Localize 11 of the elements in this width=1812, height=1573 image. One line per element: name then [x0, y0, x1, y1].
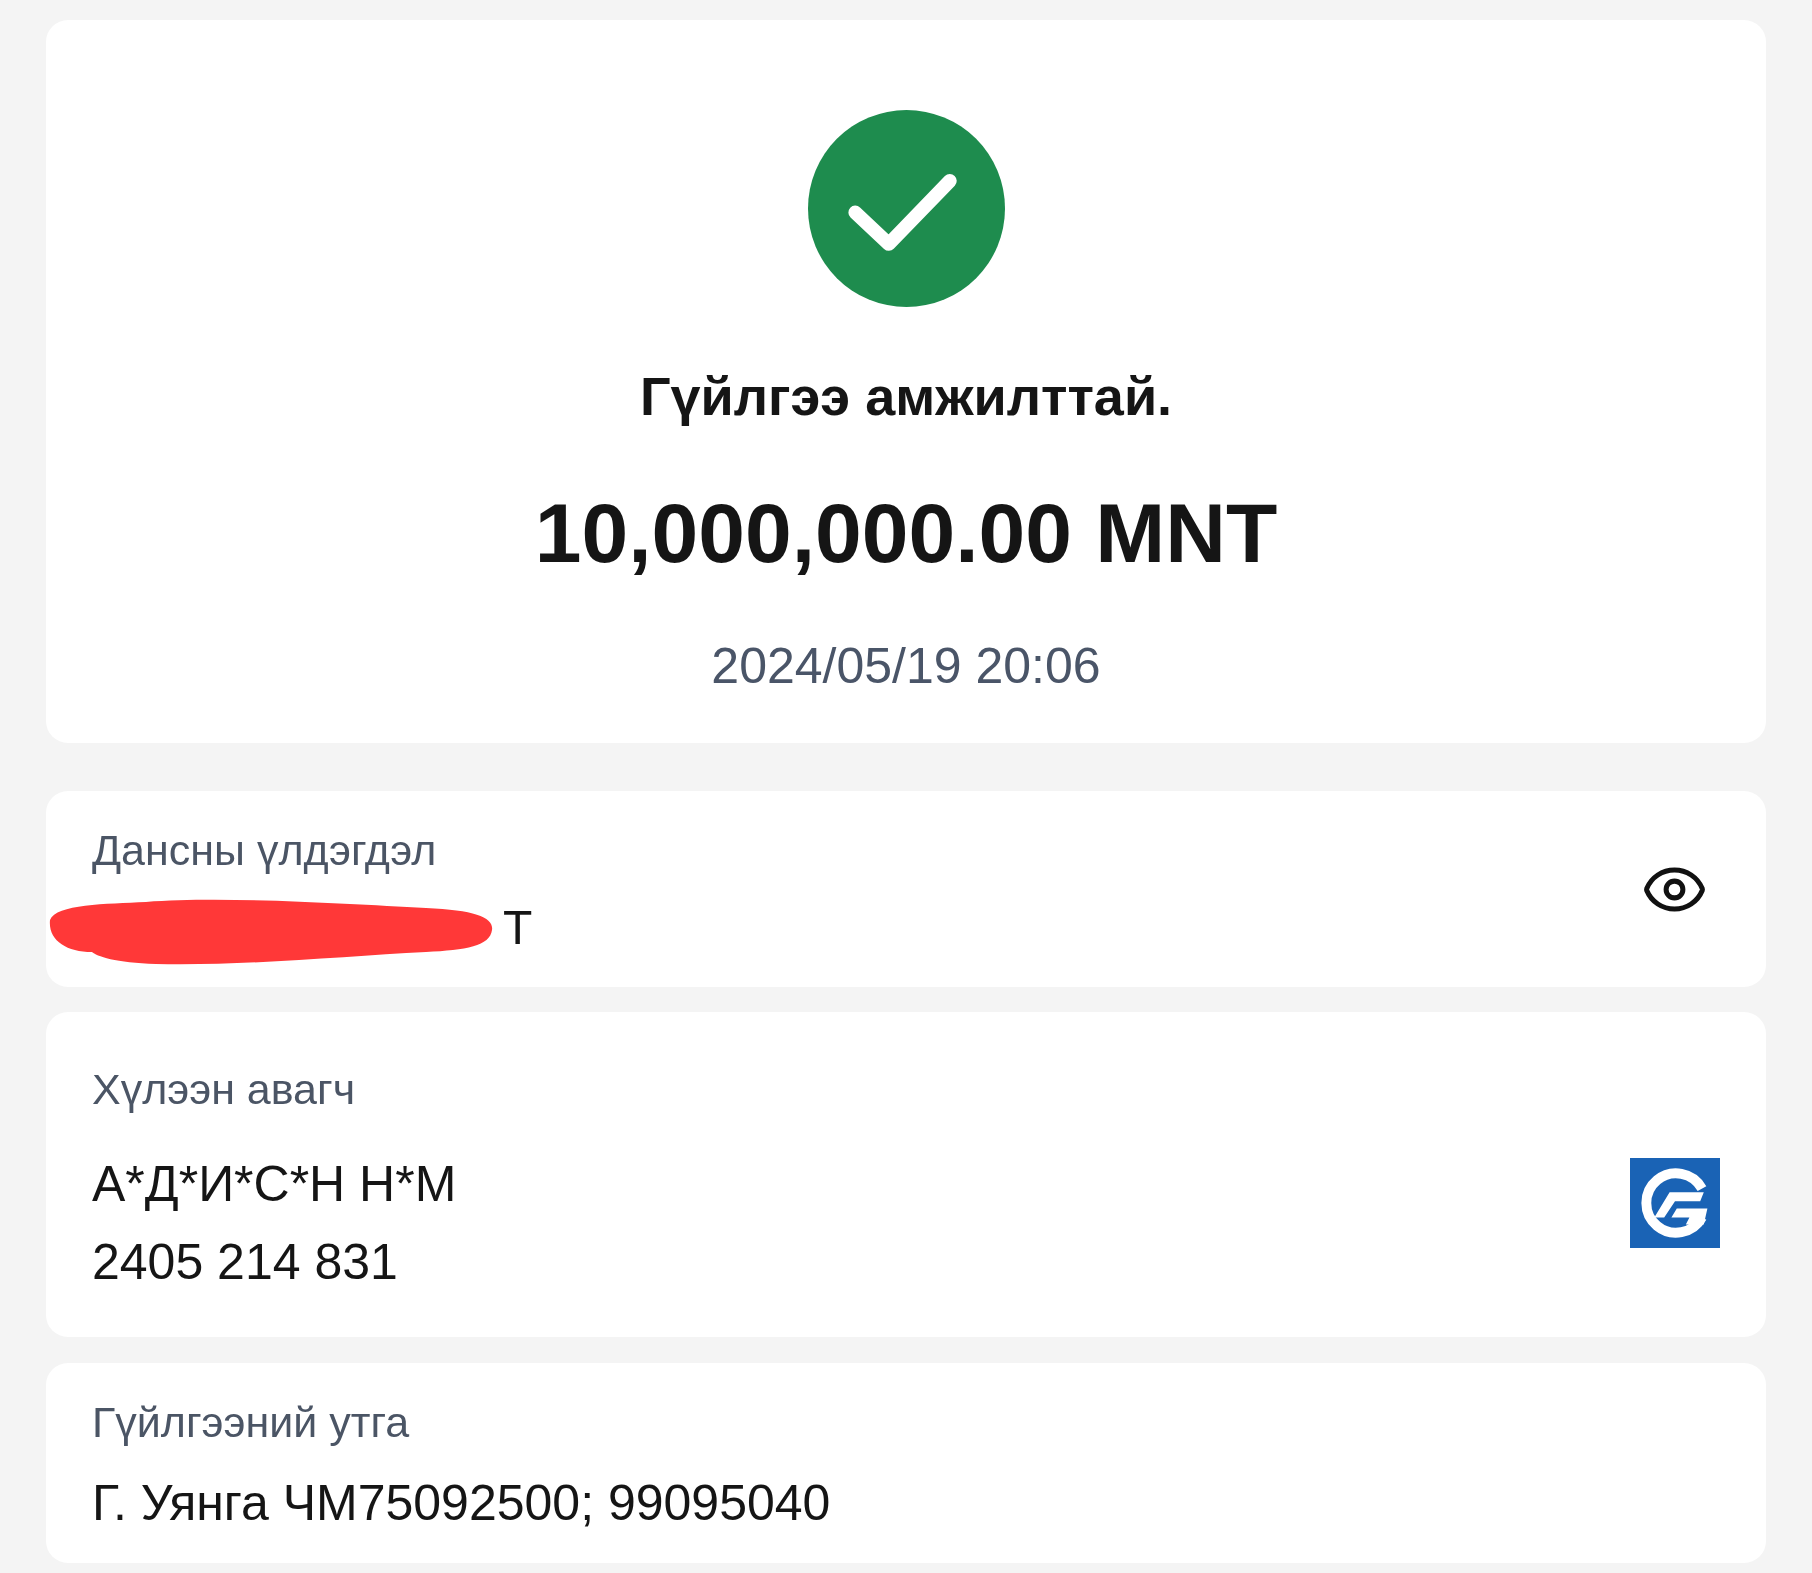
description-label: Гүйлгээний утга — [92, 1398, 410, 1446]
balance-value: T — [503, 903, 533, 953]
status-title: Гүйлгээ амжилттай. — [639, 367, 1173, 425]
balance-label: Дансны үлдэгдэл — [92, 826, 437, 874]
recipient-name: А*Д*И*С*Н Н*М — [92, 1157, 457, 1211]
recipient-label: Хүлээн авагч — [92, 1065, 356, 1113]
date-time-text: 2024/05/19 20:06 — [711, 639, 1101, 693]
recipient-account: 2405 214 831 — [92, 1235, 398, 1289]
description-value: Г. Уянга ЧМ75092500; 99095040 — [92, 1476, 831, 1530]
logo-icon — [1630, 1158, 1720, 1248]
amount-text: 10,000,000.00 MNT — [534, 485, 1278, 582]
